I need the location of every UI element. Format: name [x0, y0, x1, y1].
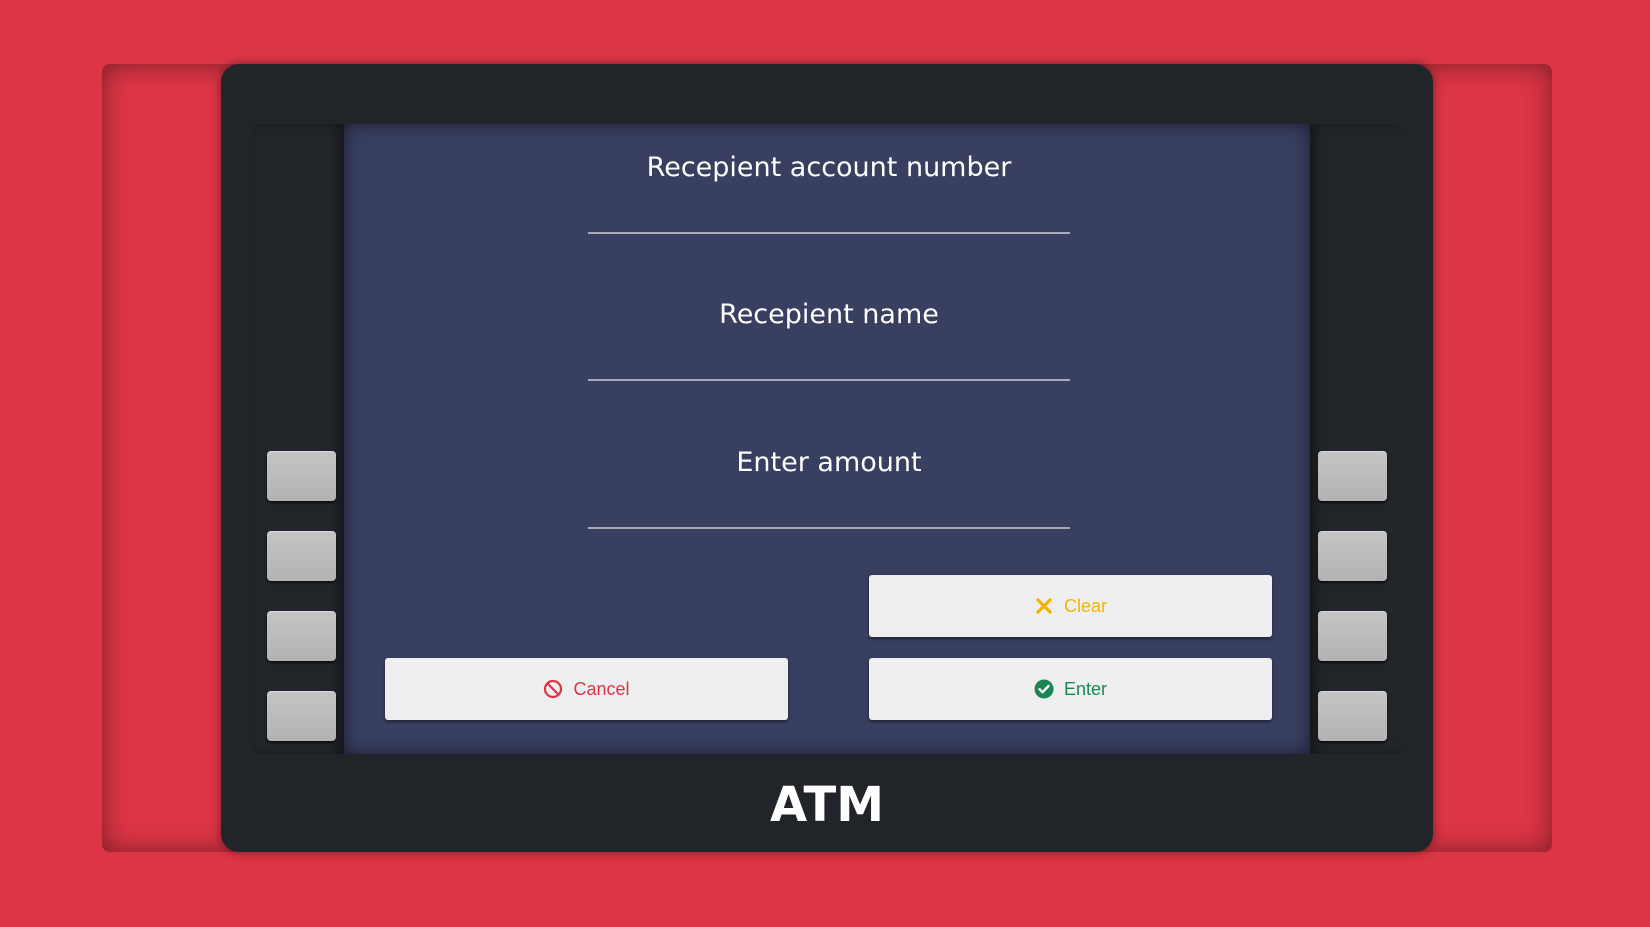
- atm-brand-label: ATM: [770, 777, 884, 833]
- right-button-column: [1310, 124, 1402, 754]
- check-circle-icon: [1034, 679, 1054, 699]
- enter-button-label: Enter: [1063, 678, 1108, 699]
- right-side-button-4[interactable]: [1318, 691, 1387, 741]
- x-icon: [1036, 598, 1052, 614]
- amount-input[interactable]: [588, 499, 1070, 529]
- left-side-button-2[interactable]: [267, 531, 336, 581]
- page: Recepient account number Recepient name …: [0, 0, 1650, 927]
- cancel-button-label: Cancel: [573, 678, 630, 699]
- atm-screen: Recepient account number Recepient name …: [344, 124, 1310, 754]
- left-side-button-4[interactable]: [267, 691, 336, 741]
- right-side-button-1[interactable]: [1318, 451, 1387, 501]
- ban-icon: [544, 679, 563, 699]
- account-number-field: Recepient account number: [588, 124, 1070, 236]
- left-button-column: [252, 124, 344, 754]
- recipient-name-input[interactable]: [588, 351, 1070, 381]
- recipient-name-label: Recepient name: [719, 299, 939, 330]
- amount-label: Enter amount: [736, 447, 922, 478]
- account-number-input[interactable]: [588, 204, 1070, 234]
- right-side-button-2[interactable]: [1318, 531, 1387, 581]
- left-side-button-1[interactable]: [267, 451, 336, 501]
- left-side-button-3[interactable]: [267, 611, 336, 661]
- recipient-name-field: Recepient name: [588, 271, 1070, 383]
- right-side-button-3[interactable]: [1318, 611, 1387, 661]
- atm-machine: Recepient account number Recepient name …: [221, 64, 1433, 852]
- cancel-button[interactable]: Cancel: [385, 658, 788, 720]
- clear-button-label: Clear: [1063, 595, 1107, 616]
- account-number-label: Recepient account number: [646, 152, 1012, 183]
- screen-bezel: Recepient account number Recepient name …: [252, 124, 1402, 754]
- clear-button[interactable]: Clear: [869, 575, 1272, 637]
- amount-field: Enter amount: [588, 419, 1070, 531]
- enter-button[interactable]: Enter: [869, 658, 1272, 720]
